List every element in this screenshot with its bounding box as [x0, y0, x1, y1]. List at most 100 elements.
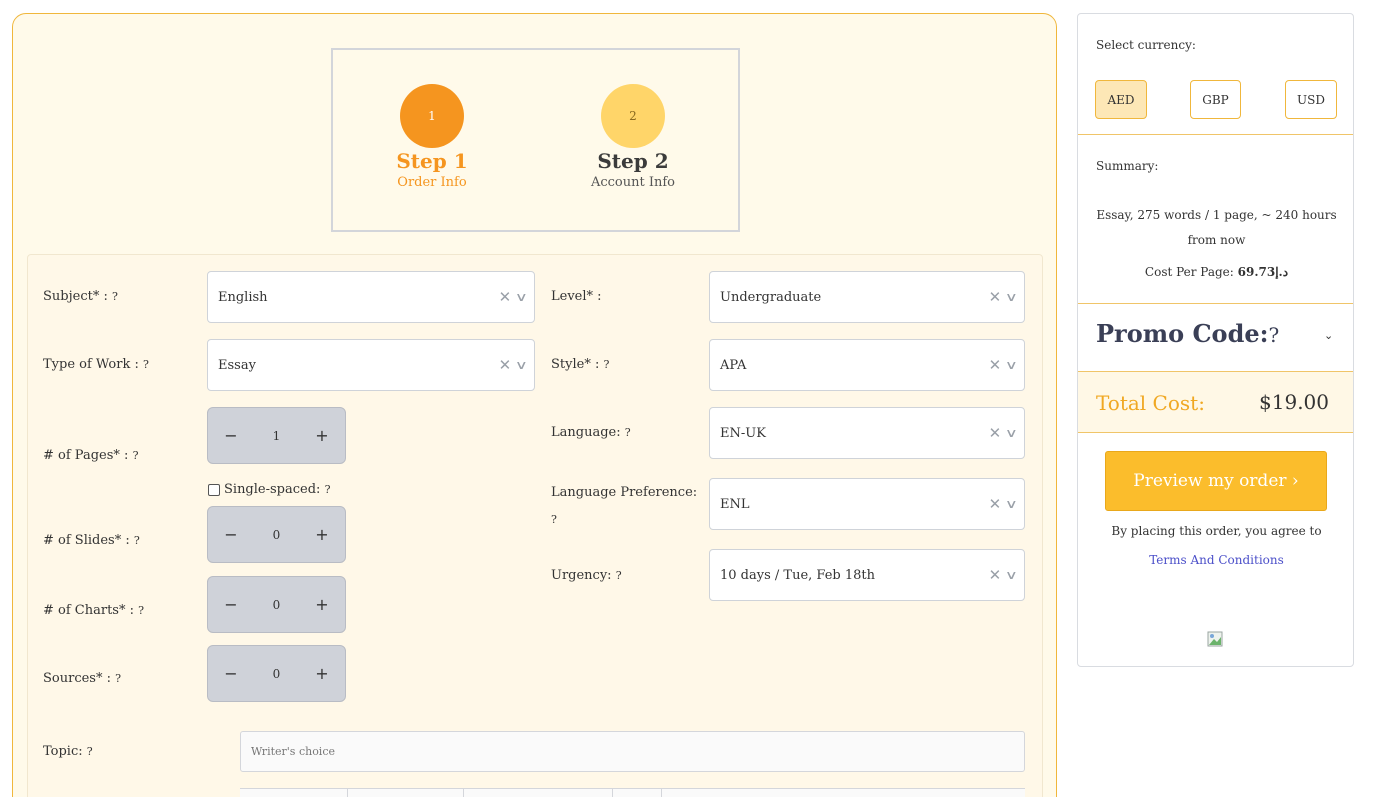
subject-select[interactable]: English ✕ ∨: [207, 271, 535, 323]
sources-label: Sources* : ?: [43, 669, 121, 689]
language-value: EN-UK: [720, 425, 766, 441]
help-icon[interactable]: ?: [603, 358, 609, 371]
language-preference-select[interactable]: ENL ✕ ∨: [709, 478, 1025, 530]
step-2[interactable]: 2 Step 2 Account Info: [558, 84, 708, 190]
terms-link[interactable]: Terms And Conditions: [1088, 553, 1345, 567]
chevron-down-icon[interactable]: ∨: [1005, 568, 1018, 582]
slides-label: # of Slides* : ?: [43, 531, 140, 551]
clear-icon[interactable]: ✕: [499, 288, 512, 306]
language-select[interactable]: EN-UK ✕ ∨: [709, 407, 1025, 459]
topic-input[interactable]: Writer's choice: [240, 731, 1025, 772]
preview-order-button[interactable]: Preview my order ›: [1105, 451, 1327, 511]
clear-icon[interactable]: ✕: [989, 495, 1002, 513]
help-icon[interactable]: ?: [133, 449, 139, 462]
help-icon[interactable]: ?: [551, 513, 557, 526]
step-indicator: 1 Step 1 Order Info 2 Step 2 Account Inf…: [331, 48, 740, 232]
slides-value[interactable]: 0: [273, 528, 281, 542]
help-icon[interactable]: ?: [625, 426, 631, 439]
charts-value[interactable]: 0: [273, 598, 281, 612]
clear-icon[interactable]: ✕: [989, 424, 1002, 442]
help-icon[interactable]: ?: [87, 745, 93, 758]
urgency-select[interactable]: 10 days / Tue, Feb 18th ✕ ∨: [709, 549, 1025, 601]
currency-gbp-button[interactable]: GBP: [1190, 80, 1241, 119]
urgency-value: 10 days / Tue, Feb 18th: [720, 567, 876, 583]
total-cost-value: $19.00: [1259, 390, 1329, 414]
step-2-circle: 2: [601, 84, 665, 148]
language-preference-value: ENL: [720, 496, 750, 512]
clear-icon[interactable]: ✕: [989, 356, 1002, 374]
level-select[interactable]: Undergraduate ✕ ∨: [709, 271, 1025, 323]
step-1[interactable]: 1 Step 1 Order Info: [357, 84, 507, 190]
currency-aed-button[interactable]: AED: [1095, 80, 1147, 119]
type-of-work-label-text: Type of Work :: [43, 357, 139, 372]
topic-label: Topic: ?: [43, 742, 93, 762]
chevron-down-icon[interactable]: ∨: [1005, 290, 1018, 304]
sources-stepper[interactable]: − 0 +: [207, 645, 346, 702]
clear-icon[interactable]: ✕: [989, 566, 1002, 584]
order-form-card: 1 Step 1 Order Info 2 Step 2 Account Inf…: [12, 13, 1057, 797]
promo-code-label: Promo Code:: [1096, 319, 1269, 348]
urgency-label-text: Urgency:: [551, 568, 612, 583]
slides-label-text: # of Slides* :: [43, 533, 130, 548]
increment-button[interactable]: +: [313, 426, 331, 445]
decrement-button[interactable]: −: [222, 525, 240, 544]
increment-button[interactable]: +: [313, 664, 331, 683]
total-cost-row: Total Cost: $19.00: [1078, 371, 1353, 433]
promo-code-toggle[interactable]: Promo Code:?: [1096, 319, 1279, 348]
clear-icon[interactable]: ✕: [989, 288, 1002, 306]
help-icon[interactable]: ?: [616, 569, 622, 582]
help-icon[interactable]: ?: [1268, 323, 1279, 347]
type-of-work-label: Type of Work : ?: [43, 355, 149, 375]
help-icon[interactable]: ?: [115, 672, 121, 685]
toolbar-divider: [661, 789, 662, 797]
chevron-down-icon[interactable]: ∨: [1005, 358, 1018, 372]
decrement-button[interactable]: −: [222, 664, 240, 683]
single-spaced-checkbox[interactable]: [208, 483, 220, 496]
chevron-down-icon[interactable]: ⌄: [1324, 329, 1333, 342]
sources-value[interactable]: 0: [273, 667, 281, 681]
step-1-circle: 1: [400, 84, 464, 148]
charts-label-text: # of Charts* :: [43, 603, 134, 618]
step-2-title: Step 2: [597, 149, 669, 173]
language-preference-label-text: Language Preference:: [551, 485, 698, 500]
divider: [1078, 432, 1353, 433]
divider: [1078, 134, 1353, 135]
single-spaced-row[interactable]: Single-spaced: ?: [208, 482, 330, 497]
increment-button[interactable]: +: [313, 595, 331, 614]
decrement-button[interactable]: −: [222, 595, 240, 614]
toolbar-divider: [463, 789, 464, 797]
chevron-down-icon[interactable]: ∨: [515, 290, 528, 304]
chevron-down-icon[interactable]: ∨: [1005, 426, 1018, 440]
type-of-work-select[interactable]: Essay ✕ ∨: [207, 339, 535, 391]
slides-stepper[interactable]: − 0 +: [207, 506, 346, 563]
summary-label: Summary:: [1096, 159, 1159, 173]
clear-icon[interactable]: ✕: [499, 356, 512, 374]
help-icon[interactable]: ?: [138, 604, 144, 617]
charts-stepper[interactable]: − 0 +: [207, 576, 346, 633]
help-icon[interactable]: ?: [134, 534, 140, 547]
summary-description: Essay, 275 words / 1 page, ~ 240 hours f…: [1096, 208, 1337, 247]
divider: [1078, 371, 1353, 372]
help-icon[interactable]: ?: [143, 358, 149, 371]
level-value: Undergraduate: [720, 289, 822, 305]
step-1-title: Step 1: [396, 149, 468, 173]
style-label-text: Style* :: [551, 357, 600, 372]
toolbar-divider: [612, 789, 613, 797]
increment-button[interactable]: +: [313, 525, 331, 544]
agreement-text: By placing this order, you agree to: [1111, 524, 1322, 538]
style-select[interactable]: APA ✕ ∨: [709, 339, 1025, 391]
step-2-subtitle: Account Info: [590, 175, 676, 190]
decrement-button[interactable]: −: [222, 426, 240, 445]
help-icon[interactable]: ?: [325, 483, 331, 496]
chevron-down-icon[interactable]: ∨: [515, 358, 528, 372]
subject-label: Subject* : ?: [43, 287, 118, 307]
sources-label-text: Sources* :: [43, 671, 111, 686]
help-icon[interactable]: ?: [112, 290, 118, 303]
pages-stepper[interactable]: − 1 +: [207, 407, 346, 464]
single-spaced-label: Single-spaced:: [224, 482, 321, 497]
currency-usd-button[interactable]: USD: [1285, 80, 1337, 119]
cost-per-page: Cost Per Page: د.إ69.73: [1088, 260, 1345, 285]
language-label: Language: ?: [551, 423, 631, 443]
chevron-down-icon[interactable]: ∨: [1005, 497, 1018, 511]
pages-value[interactable]: 1: [273, 429, 281, 443]
